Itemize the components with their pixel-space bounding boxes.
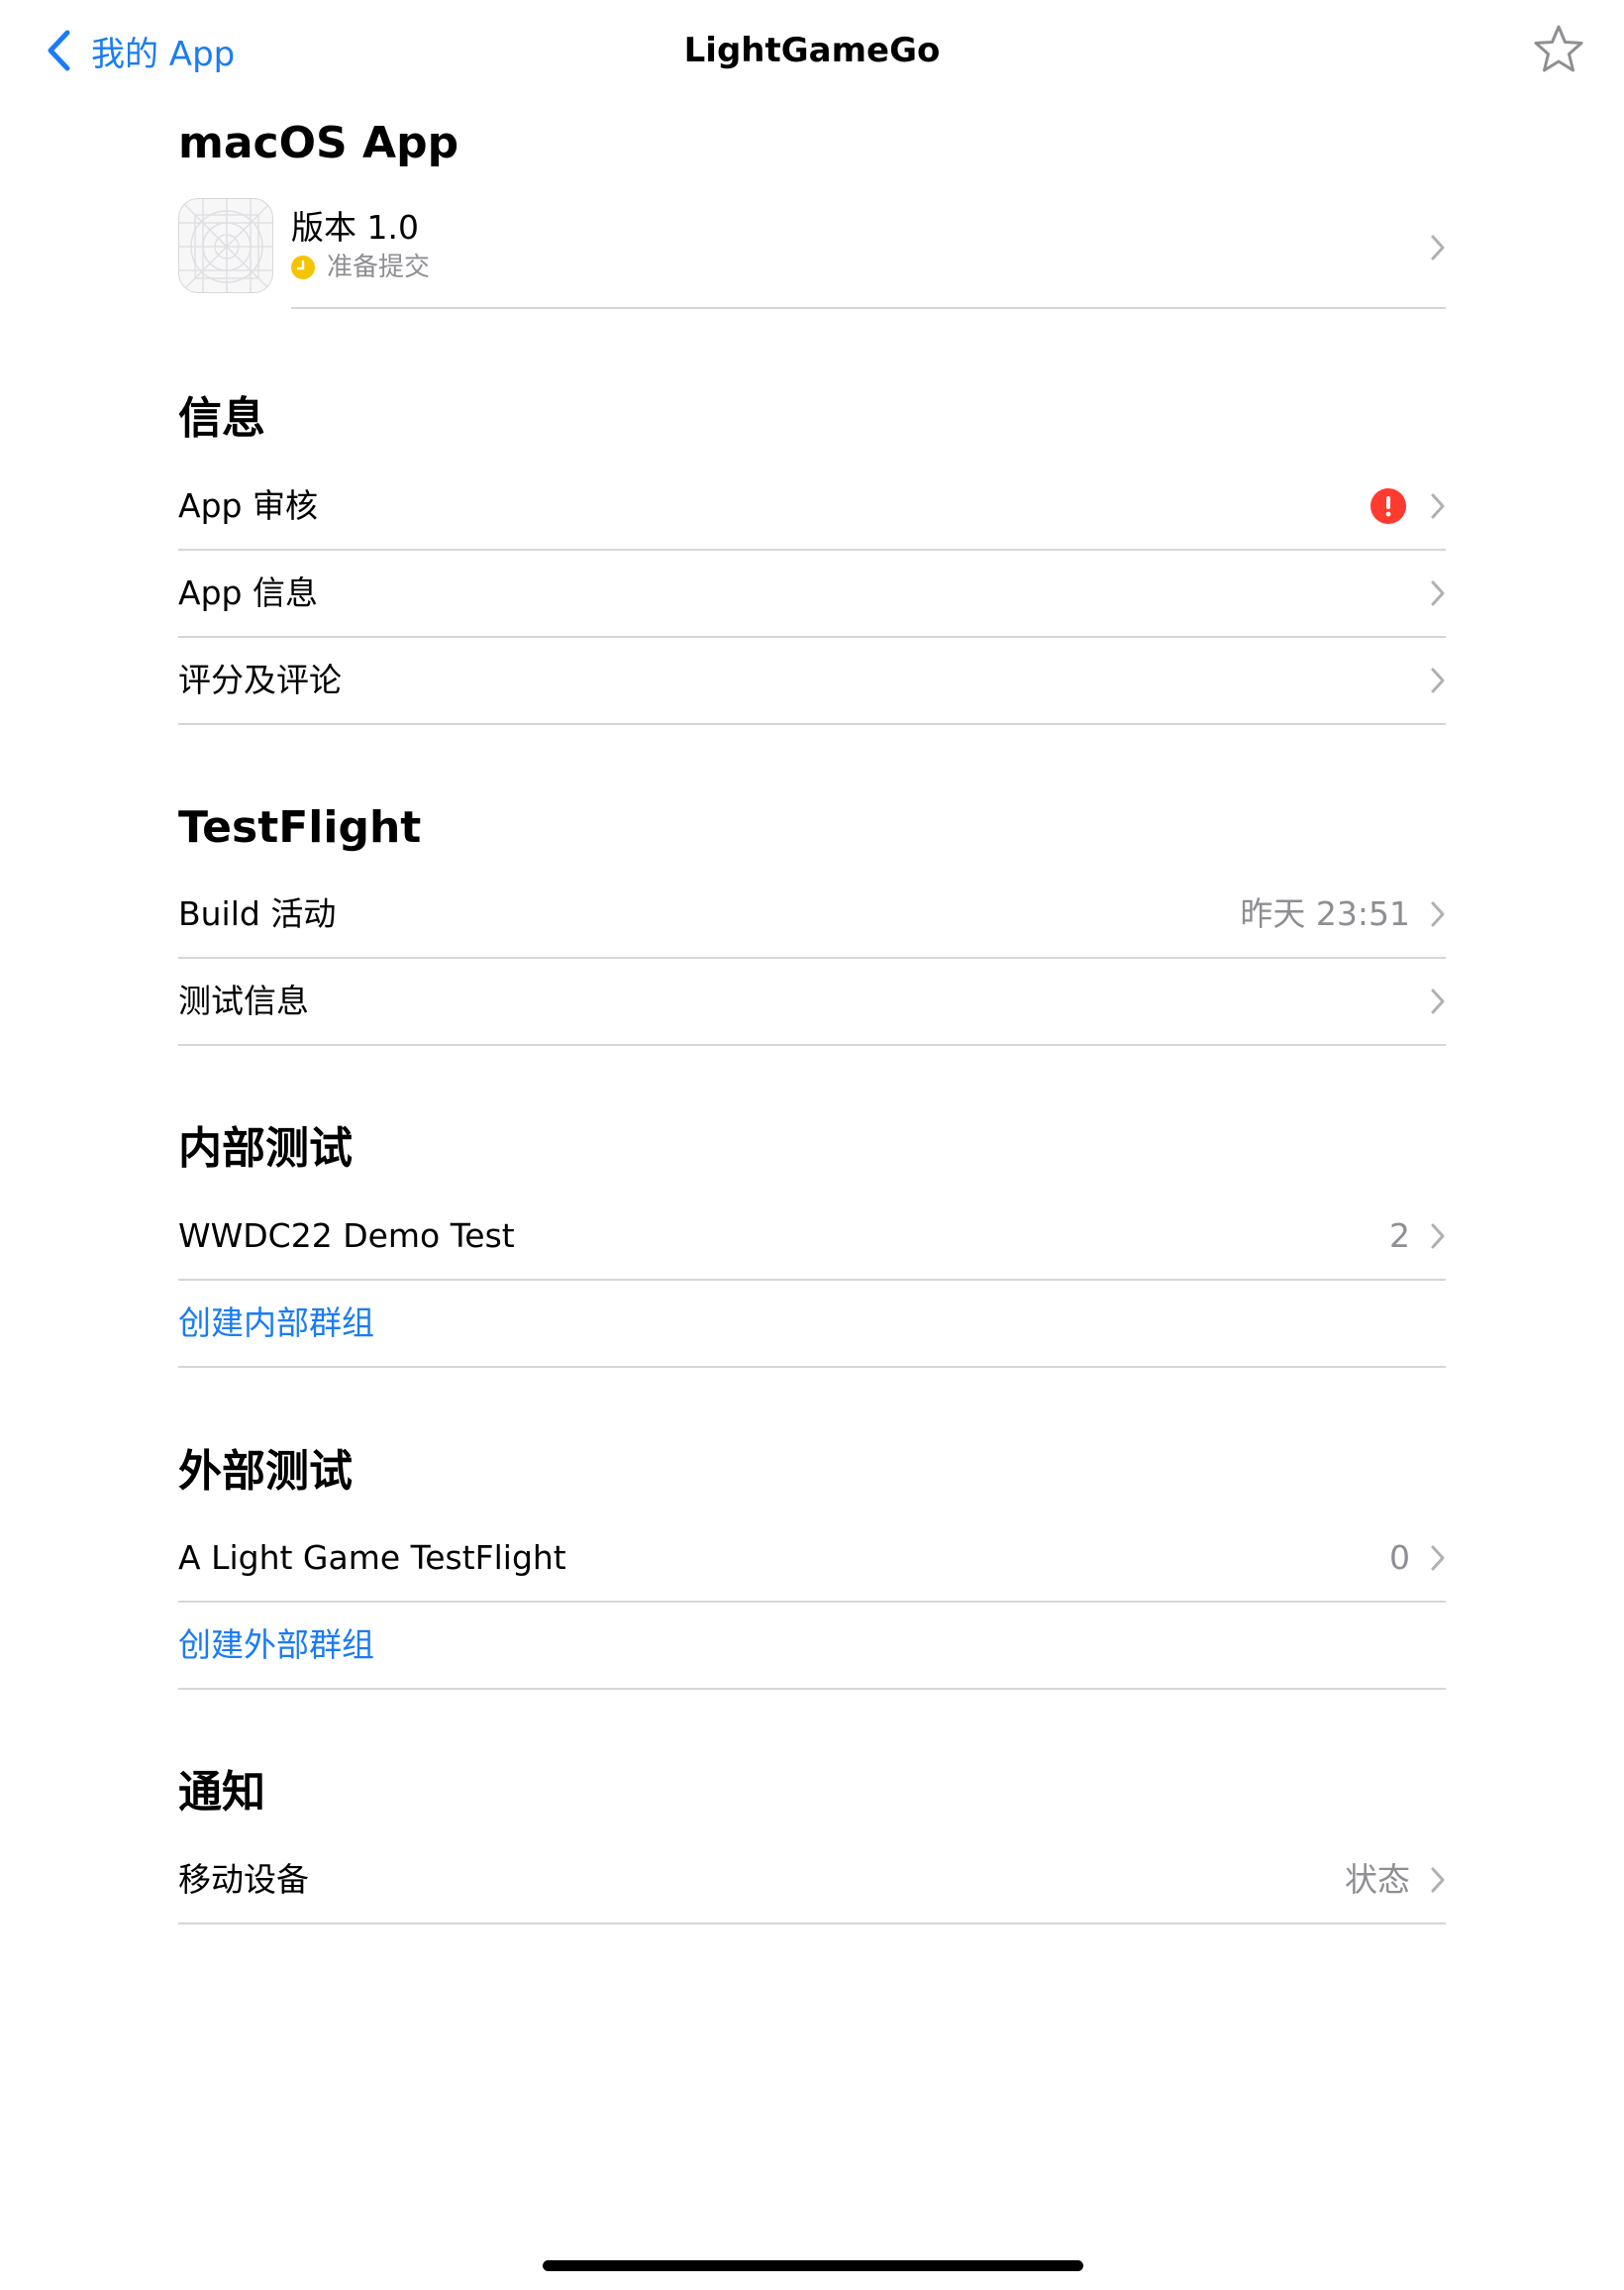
row-label: 测试信息 (178, 982, 309, 1020)
row-label: 创建外部群组 (178, 1625, 374, 1664)
clock-icon (291, 256, 315, 279)
chevron-right-icon (1431, 901, 1445, 927)
version-status: 准备提交 (291, 252, 430, 283)
section-title-info: 信息 (178, 393, 265, 444)
separator (178, 1688, 1446, 1690)
version-label: 版本 1.0 (291, 208, 419, 247)
row-test-info[interactable]: 测试信息 (178, 959, 1446, 1046)
page-title: LightGameGo (683, 31, 941, 70)
app-placeholder-icon (179, 199, 272, 292)
create-internal-group-button[interactable]: 创建内部群组 (178, 1281, 1446, 1368)
row-label: 移动设备 (178, 1860, 309, 1899)
row-build-activity[interactable]: Build 活动 昨天 23:51 (178, 872, 1446, 959)
separator (178, 1923, 1446, 1925)
row-mobile-devices[interactable]: 移动设备 状态 (178, 1837, 1446, 1925)
row-label: App 审核 (178, 486, 318, 525)
row-app-info[interactable]: App 信息 (178, 551, 1446, 638)
row-value: 2 (1389, 1216, 1410, 1255)
chevron-right-icon (1431, 989, 1445, 1014)
separator (291, 307, 1446, 309)
separator (178, 1366, 1446, 1368)
chevron-right-icon (1431, 1867, 1445, 1893)
chevron-right-icon (1431, 668, 1445, 693)
app-icon (178, 198, 273, 293)
section-title-external: 外部测试 (178, 1446, 353, 1497)
row-label: Build 活动 (178, 894, 337, 933)
row-internal-group[interactable]: WWDC22 Demo Test 2 (178, 1194, 1446, 1281)
version-status-text: 准备提交 (327, 253, 431, 282)
favorite-button[interactable] (1533, 24, 1584, 75)
version-row[interactable]: 版本 1.0 准备提交 (178, 198, 1446, 309)
row-label: WWDC22 Demo Test (178, 1216, 515, 1255)
row-label: A Light Game TestFlight (178, 1538, 566, 1577)
separator (178, 1044, 1446, 1046)
chevron-right-icon (1431, 235, 1445, 260)
navigation-bar: 我的 App LightGameGo (0, 0, 1624, 99)
chevron-right-icon (1431, 1223, 1445, 1249)
row-app-review[interactable]: App 审核 (178, 464, 1446, 551)
row-external-group[interactable]: A Light Game TestFlight 0 (178, 1515, 1446, 1603)
section-title-notifications: 通知 (178, 1767, 265, 1818)
row-value: 昨天 23:51 (1240, 894, 1410, 933)
home-indicator[interactable] (543, 2260, 1083, 2271)
row-value: 状态 (1345, 1860, 1410, 1899)
row-value: 0 (1389, 1538, 1410, 1577)
exclamation-icon (1370, 488, 1406, 524)
row-label: 创建内部群组 (178, 1303, 374, 1342)
section-title-testflight: TestFlight (178, 802, 422, 853)
chevron-right-icon (1431, 1545, 1445, 1571)
chevron-right-icon (1431, 493, 1445, 519)
row-label: 评分及评论 (178, 661, 342, 699)
row-label: App 信息 (178, 573, 318, 612)
row-ratings-reviews[interactable]: 评分及评论 (178, 638, 1446, 725)
section-title-internal: 内部测试 (178, 1123, 353, 1174)
separator (178, 723, 1446, 725)
star-icon (1534, 25, 1583, 72)
create-external-group-button[interactable]: 创建外部群组 (178, 1603, 1446, 1690)
chevron-right-icon (1431, 580, 1445, 606)
section-title-macos: macOS App (178, 118, 459, 168)
